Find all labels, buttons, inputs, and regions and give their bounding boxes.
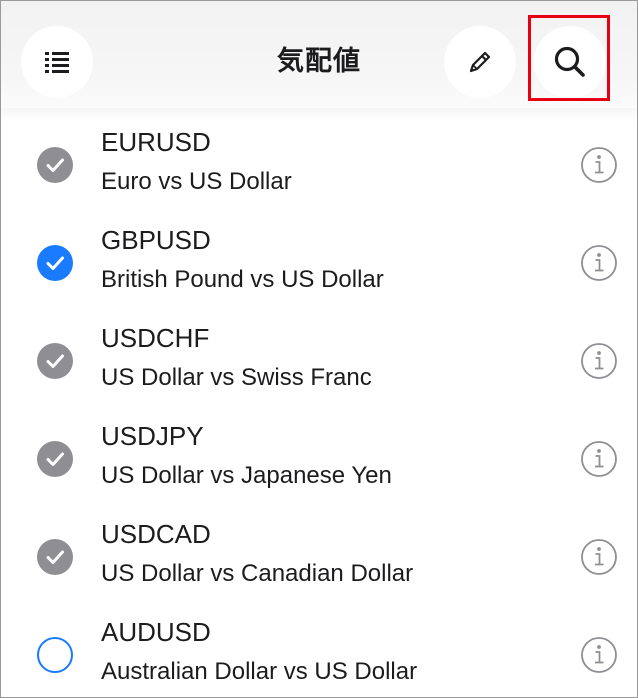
- blue-checkmark-icon[interactable]: [37, 245, 73, 281]
- symbol-row[interactable]: USDJPY US Dollar vs Japanese Yen: [1, 413, 637, 511]
- symbol-row[interactable]: USDCHF US Dollar vs Swiss Franc: [1, 315, 637, 413]
- page-title: 気配値: [277, 46, 361, 76]
- app-window: 気配値 EURUSD Euro vs US Dollar GBPUSD Brit…: [0, 0, 638, 698]
- gray-checkmark-icon[interactable]: [37, 539, 73, 575]
- symbol-name: AUDUSD: [101, 617, 211, 647]
- symbol-name: USDJPY: [101, 421, 204, 451]
- info-icon[interactable]: [580, 636, 618, 674]
- symbol-row[interactable]: EURUSD Euro vs US Dollar: [1, 119, 637, 217]
- symbol-row[interactable]: USDCAD US Dollar vs Canadian Dollar: [1, 511, 637, 609]
- symbol-name: USDCHF: [101, 323, 210, 353]
- symbol-name: USDCAD: [101, 519, 211, 549]
- empty-circle-icon[interactable]: [37, 637, 73, 673]
- info-icon[interactable]: [580, 440, 618, 478]
- symbol-description: Euro vs US Dollar: [101, 168, 292, 195]
- header-bar: 気配値: [1, 1, 637, 108]
- info-icon[interactable]: [580, 538, 618, 576]
- symbol-description: Australian Dollar vs US Dollar: [101, 658, 418, 685]
- edit-button[interactable]: [444, 26, 516, 98]
- gray-checkmark-icon[interactable]: [37, 441, 73, 477]
- symbol-description: US Dollar vs Japanese Yen: [101, 462, 392, 489]
- symbol-description: US Dollar vs Canadian Dollar: [101, 560, 414, 587]
- info-icon[interactable]: [580, 244, 618, 282]
- symbol-row[interactable]: GBPUSD British Pound vs US Dollar: [1, 217, 637, 315]
- info-icon[interactable]: [580, 342, 618, 380]
- pencil-icon: [469, 51, 491, 73]
- gray-checkmark-icon[interactable]: [37, 343, 73, 379]
- menu-button[interactable]: [21, 26, 93, 98]
- search-icon: [554, 46, 585, 77]
- symbol-row[interactable]: AUDUSD Australian Dollar vs US Dollar: [1, 609, 637, 697]
- search-button[interactable]: [534, 26, 606, 98]
- gray-checkmark-icon[interactable]: [37, 147, 73, 183]
- symbol-name: EURUSD: [101, 127, 211, 157]
- list-icon: [45, 52, 69, 73]
- symbol-list: EURUSD Euro vs US Dollar GBPUSD British …: [1, 119, 637, 697]
- symbol-description: British Pound vs US Dollar: [101, 266, 384, 293]
- symbol-name: GBPUSD: [101, 225, 211, 255]
- info-icon[interactable]: [580, 146, 618, 184]
- symbol-description: US Dollar vs Swiss Franc: [101, 364, 372, 391]
